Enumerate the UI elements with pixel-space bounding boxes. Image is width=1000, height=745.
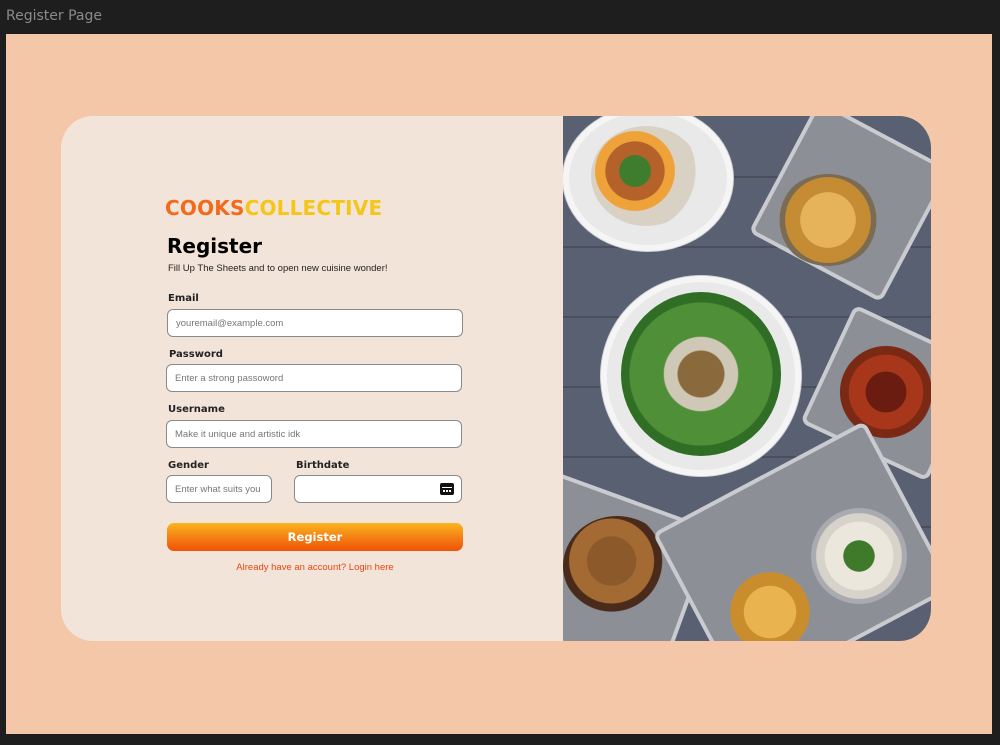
password-field[interactable] bbox=[166, 364, 462, 392]
email-field[interactable] bbox=[167, 309, 463, 337]
calendar-icon[interactable] bbox=[440, 483, 454, 495]
tray-food bbox=[563, 516, 671, 616]
birthdate-field[interactable] bbox=[294, 475, 462, 503]
birthdate-label: Birthdate bbox=[296, 460, 350, 471]
login-link[interactable]: Already have an account? Login here bbox=[167, 562, 463, 573]
gender-field[interactable] bbox=[166, 475, 272, 503]
gender-label: Gender bbox=[168, 460, 209, 471]
plate-food bbox=[591, 126, 701, 226]
plate-food bbox=[621, 292, 781, 456]
page-canvas: COOKSCOLLECTIVE Register Fill Up The She… bbox=[6, 34, 992, 734]
username-field[interactable] bbox=[166, 420, 462, 448]
password-label: Password bbox=[169, 349, 223, 360]
page-title: Register bbox=[167, 234, 263, 258]
username-label: Username bbox=[168, 404, 225, 415]
food-photo bbox=[563, 116, 931, 641]
page-subtitle: Fill Up The Sheets and to open new cuisi… bbox=[168, 263, 388, 274]
brand-logo: COOKSCOLLECTIVE bbox=[165, 196, 382, 220]
register-form-panel: COOKSCOLLECTIVE Register Fill Up The She… bbox=[61, 116, 563, 641]
brand-logo-part1: COOKS bbox=[165, 196, 245, 220]
register-button[interactable]: Register bbox=[167, 523, 463, 551]
register-card: COOKSCOLLECTIVE Register Fill Up The She… bbox=[61, 116, 931, 641]
brand-logo-part2: COLLECTIVE bbox=[244, 196, 383, 220]
tray-food bbox=[777, 174, 879, 266]
frame-title: Register Page bbox=[6, 8, 102, 24]
email-label: Email bbox=[168, 293, 199, 304]
